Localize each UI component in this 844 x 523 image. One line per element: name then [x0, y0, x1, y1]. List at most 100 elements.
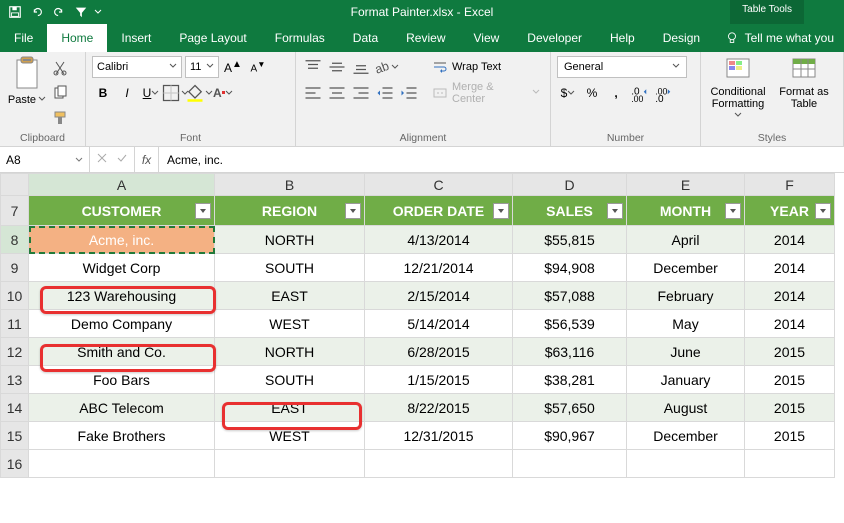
cell[interactable]: May: [627, 310, 745, 338]
cell[interactable]: [215, 450, 365, 478]
row-header[interactable]: 14: [1, 394, 29, 422]
cell[interactable]: $56,539: [513, 310, 627, 338]
cell[interactable]: WEST: [215, 422, 365, 450]
cell[interactable]: ABC Telecom: [29, 394, 215, 422]
cell[interactable]: January: [627, 366, 745, 394]
row-header[interactable]: 12: [1, 338, 29, 366]
select-all-corner[interactable]: [1, 174, 29, 196]
cell[interactable]: February: [627, 282, 745, 310]
table-header-cell[interactable]: MONTH: [627, 196, 745, 226]
column-header[interactable]: B: [215, 174, 365, 196]
cell[interactable]: April: [627, 226, 745, 254]
cell[interactable]: WEST: [215, 310, 365, 338]
decrease-indent-icon[interactable]: [374, 82, 396, 104]
fx-icon[interactable]: fx: [135, 147, 159, 172]
qat-customize-icon[interactable]: [94, 5, 102, 19]
table-header-cell[interactable]: ORDER DATE: [365, 196, 513, 226]
tab-formulas[interactable]: Formulas: [261, 24, 339, 52]
filter-dropdown-icon[interactable]: [345, 203, 361, 219]
cell[interactable]: Foo Bars: [29, 366, 215, 394]
column-header[interactable]: D: [513, 174, 627, 196]
tab-review[interactable]: Review: [392, 24, 459, 52]
cell[interactable]: 12/31/2015: [365, 422, 513, 450]
tab-data[interactable]: Data: [339, 24, 392, 52]
cell[interactable]: 5/14/2014: [365, 310, 513, 338]
cell[interactable]: Acme, inc.: [29, 226, 215, 254]
comma-icon[interactable]: ,: [605, 82, 627, 104]
align-right-icon[interactable]: [350, 82, 372, 104]
cell[interactable]: 2015: [745, 422, 835, 450]
increase-indent-icon[interactable]: [398, 82, 420, 104]
table-header-cell[interactable]: REGION: [215, 196, 365, 226]
cell[interactable]: 2014: [745, 226, 835, 254]
tab-file[interactable]: File: [0, 24, 47, 52]
cell[interactable]: June: [627, 338, 745, 366]
cell[interactable]: Fake Brothers: [29, 422, 215, 450]
font-size-combo[interactable]: 11: [185, 56, 219, 78]
increase-font-icon[interactable]: A▲: [222, 56, 244, 78]
cell[interactable]: 6/28/2015: [365, 338, 513, 366]
cell[interactable]: $94,908: [513, 254, 627, 282]
cell[interactable]: 2/15/2014: [365, 282, 513, 310]
cell[interactable]: 12/21/2014: [365, 254, 513, 282]
save-icon[interactable]: [6, 3, 24, 21]
align-bottom-icon[interactable]: [350, 56, 372, 78]
fill-color-icon[interactable]: [188, 82, 210, 104]
column-header[interactable]: C: [365, 174, 513, 196]
italic-icon[interactable]: I: [116, 82, 138, 104]
conditional-formatting-button[interactable]: Conditional Formatting: [707, 56, 769, 122]
align-left-icon[interactable]: [302, 82, 324, 104]
row-header[interactable]: 16: [1, 450, 29, 478]
cell[interactable]: Smith and Co.: [29, 338, 215, 366]
redo-icon[interactable]: [50, 3, 68, 21]
filter-dropdown-icon[interactable]: [725, 203, 741, 219]
filter-dropdown-icon[interactable]: [607, 203, 623, 219]
orientation-icon[interactable]: ab: [374, 56, 396, 78]
cell[interactable]: 2015: [745, 366, 835, 394]
row-header[interactable]: 11: [1, 310, 29, 338]
formula-input[interactable]: Acme, inc.: [159, 147, 844, 172]
cell[interactable]: 2015: [745, 338, 835, 366]
cell[interactable]: $63,116: [513, 338, 627, 366]
decrease-decimal-icon[interactable]: .00.0: [653, 82, 675, 104]
tab-home[interactable]: Home: [47, 24, 107, 52]
row-header[interactable]: 9: [1, 254, 29, 282]
cancel-formula-icon[interactable]: [96, 152, 108, 167]
filter-dropdown-icon[interactable]: [815, 203, 831, 219]
tab-help[interactable]: Help: [596, 24, 649, 52]
align-middle-icon[interactable]: [326, 56, 348, 78]
underline-icon[interactable]: U: [140, 82, 162, 104]
align-top-icon[interactable]: [302, 56, 324, 78]
merge-center-button[interactable]: Merge & Center: [428, 82, 544, 104]
cell[interactable]: 2014: [745, 254, 835, 282]
row-header[interactable]: 8: [1, 226, 29, 254]
cell[interactable]: 2014: [745, 310, 835, 338]
tab-view[interactable]: View: [460, 24, 514, 52]
currency-icon[interactable]: $: [557, 82, 579, 104]
row-header[interactable]: 7: [1, 196, 29, 226]
spreadsheet-grid[interactable]: ABCDEF7CUSTOMERREGIONORDER DATESALESMONT…: [0, 173, 844, 478]
column-header[interactable]: F: [745, 174, 835, 196]
filter-dropdown-icon[interactable]: [493, 203, 509, 219]
cell[interactable]: NORTH: [215, 226, 365, 254]
cell[interactable]: August: [627, 394, 745, 422]
cell[interactable]: 2014: [745, 282, 835, 310]
column-header[interactable]: E: [627, 174, 745, 196]
format-as-table-button[interactable]: Format as Table: [779, 56, 829, 110]
paste-button[interactable]: Paste: [6, 56, 48, 106]
cell[interactable]: $90,967: [513, 422, 627, 450]
font-color-icon[interactable]: A: [212, 82, 234, 104]
cell[interactable]: $57,088: [513, 282, 627, 310]
copy-icon[interactable]: [52, 85, 68, 104]
cell[interactable]: $57,650: [513, 394, 627, 422]
bold-icon[interactable]: B: [92, 82, 114, 104]
cell[interactable]: 1/15/2015: [365, 366, 513, 394]
cut-icon[interactable]: [52, 60, 68, 79]
name-box[interactable]: A8: [0, 147, 90, 172]
tab-design[interactable]: Design: [649, 24, 714, 52]
cell[interactable]: [29, 450, 215, 478]
cell[interactable]: 123 Warehousing: [29, 282, 215, 310]
borders-icon[interactable]: [164, 82, 186, 104]
column-header[interactable]: A: [29, 174, 215, 196]
table-header-cell[interactable]: CUSTOMER: [29, 196, 215, 226]
